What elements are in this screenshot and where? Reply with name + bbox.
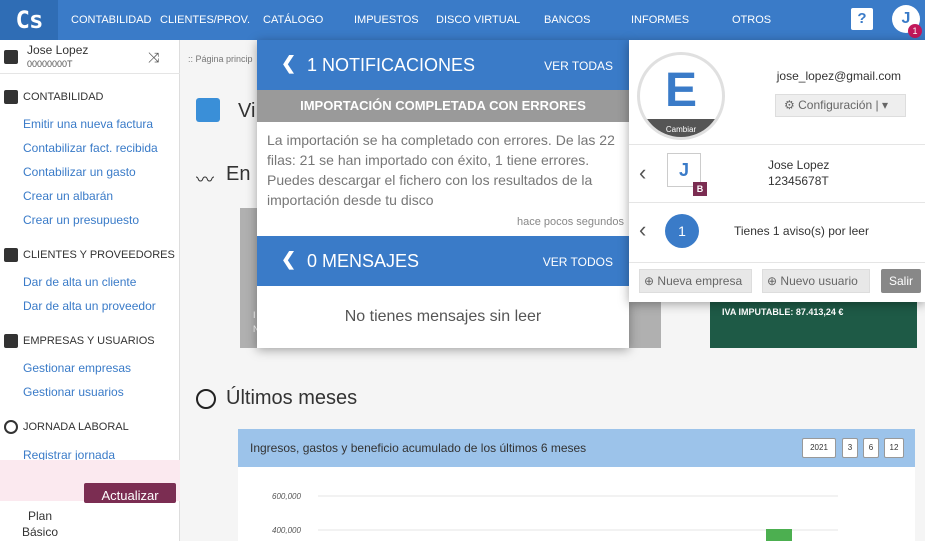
link-alta-proveedor[interactable]: Dar de alta un proveedor — [23, 299, 156, 313]
nav-bancos[interactable]: BANCOS — [544, 0, 590, 40]
contacts-icon — [4, 248, 18, 262]
chart-panel: Ingresos, gastos y beneficio acumulado d… — [238, 429, 915, 541]
new-user-button[interactable]: ⊕ Nuevo usuario — [762, 269, 870, 293]
y-tick-400000: 400,000 — [272, 526, 301, 535]
caret-down-icon: | ▾ — [875, 98, 888, 112]
plan-name: Básico — [21, 525, 59, 539]
nav-clientes-prov[interactable]: CLIENTES/PROV. — [160, 0, 250, 40]
section-clientes: CLIENTES Y PROVEEDORES — [23, 249, 175, 261]
see-all-messages[interactable]: VER TODOS — [543, 255, 613, 269]
gear-icon: ⚙ — [784, 98, 795, 112]
section-title-ultimos: Últimos meses — [226, 387, 358, 409]
messages-header: ❮ 0 MENSAJES VER TODOS — [257, 236, 629, 286]
link-gestionar-empresas[interactable]: Gestionar empresas — [23, 361, 131, 375]
company-avatar[interactable]: E Cambiar — [637, 52, 725, 140]
company-avatar-letter: E — [664, 64, 697, 117]
profile-nif: 12345678T — [768, 174, 829, 188]
link-crear-albaran[interactable]: Crear un albarán — [23, 189, 113, 203]
profile-name: Jose Lopez — [768, 158, 830, 172]
link-contabilizar-gasto[interactable]: Contabilizar un gasto — [23, 165, 136, 179]
profile-dropdown: E Cambiar jose_lopez@gmail.com ⚙ Configu… — [629, 40, 925, 302]
section-title-en: En — [226, 163, 251, 185]
chart-title: Ingresos, gastos y beneficio acumulado d… — [250, 441, 587, 455]
upgrade-button[interactable]: Actualizar — [84, 483, 176, 503]
nav-otros[interactable]: OTROS — [732, 0, 771, 40]
notification-time: hace pocos segundos — [516, 216, 624, 228]
notice-count: 1 — [665, 214, 699, 248]
section-jornada: JORNADA LABORAL — [23, 421, 129, 433]
chart-plot: 600,000 400,000 — [272, 492, 838, 541]
trend-icon: 〰 — [196, 170, 214, 190]
notifications-header: ❮ 1 NOTIFICACIONES VER TODAS — [257, 40, 629, 90]
link-contabilizar-fact[interactable]: Contabilizar fact. recibida — [23, 141, 158, 155]
chevron-left-icon[interactable]: ❮ — [281, 249, 296, 270]
app-logo[interactable]: Cs — [0, 0, 58, 40]
notice-text[interactable]: Tienes 1 aviso(s) por leer — [734, 224, 869, 238]
range-6-button[interactable]: 6 — [863, 438, 879, 458]
link-alta-cliente[interactable]: Dar de alta un cliente — [23, 275, 136, 289]
new-company-label: Nueva empresa — [657, 274, 743, 288]
section-contabilidad: CONTABILIDAD — [23, 91, 104, 103]
link-gestionar-usuarios[interactable]: Gestionar usuarios — [23, 385, 124, 399]
notifications-dropdown: ❮ 1 NOTIFICACIONES VER TODAS IMPORTACIÓN… — [257, 40, 629, 348]
messages-empty: No tienes mensajes sin leer — [344, 308, 542, 325]
chevron-left-icon[interactable]: ‹ — [639, 217, 646, 243]
top-navbar: Cs CONTABILIDAD CLIENTES/PROV. CATÁLOGO … — [0, 0, 925, 40]
new-company-button[interactable]: ⊕ Nueva empresa — [639, 269, 752, 293]
notification-subject[interactable]: IMPORTACIÓN COMPLETADA CON ERRORES — [257, 90, 629, 122]
change-avatar-button[interactable]: Cambiar — [640, 119, 722, 137]
sidebar-user-id: 00000000T — [27, 59, 73, 69]
nav-impuestos[interactable]: IMPUESTOS — [354, 0, 419, 40]
clock-history-icon — [4, 420, 18, 434]
see-all-notifications[interactable]: VER TODAS — [544, 59, 613, 73]
breadcrumb[interactable]: :: Página princip — [188, 54, 253, 64]
user-card-icon — [4, 50, 18, 64]
notification-message[interactable]: La importación se ha completado con erro… — [267, 130, 622, 210]
messages-title: 0 MENSAJES — [307, 251, 420, 271]
nav-disco-virtual[interactable]: DISCO VIRTUAL — [436, 0, 520, 40]
nav-catalogo[interactable]: CATÁLOGO — [263, 0, 323, 40]
company-badge: B — [693, 182, 707, 196]
new-user-label: Nuevo usuario — [780, 274, 858, 288]
range-2021-button[interactable]: 2021 — [802, 438, 836, 458]
divider — [629, 262, 925, 263]
shuffle-icon[interactable]: ⤨ — [148, 49, 159, 66]
profile-email: jose_lopez@gmail.com — [776, 69, 901, 83]
help-icon[interactable]: ? — [851, 8, 873, 30]
chart-bar — [766, 529, 792, 541]
range-3-button[interactable]: 3 — [842, 438, 858, 458]
plus-circle-icon: ⊕ — [767, 274, 778, 288]
y-tick-600000: 600,000 — [272, 492, 301, 501]
notifications-title: 1 NOTIFICACIONES — [307, 55, 476, 75]
section-empresas: EMPRESAS Y USUARIOS — [23, 335, 155, 347]
iva-value: IVA IMPUTABLE: 87.413,24 € — [722, 307, 844, 317]
chart-cycle-icon — [196, 389, 216, 409]
nav-contabilidad[interactable]: CONTABILIDAD — [71, 0, 151, 40]
briefcase-icon — [4, 334, 18, 348]
plus-circle-icon: ⊕ — [644, 274, 655, 288]
settings-label: Configuración — [798, 98, 873, 112]
card-label-1: I — [253, 310, 256, 320]
nav-informes[interactable]: INFORMES — [631, 0, 689, 40]
plan-label: Plan — [27, 509, 53, 523]
chart-header: Ingresos, gastos y beneficio acumulado d… — [238, 429, 915, 467]
sidebar-user: Jose Lopez 00000000T ⤨ — [0, 40, 180, 74]
bar-chart-icon — [196, 98, 220, 122]
sidebar-user-name: Jose Lopez — [27, 43, 89, 57]
chevron-left-icon[interactable]: ❮ — [281, 53, 296, 74]
settings-button[interactable]: ⚙ Configuración | ▾ — [775, 94, 906, 117]
link-emitir-factura[interactable]: Emitir una nueva factura — [23, 117, 153, 131]
chevron-left-icon[interactable]: ‹ — [639, 160, 646, 186]
document-icon — [4, 90, 18, 104]
logout-button[interactable]: Salir — [881, 269, 921, 293]
notification-badge: 1 — [908, 24, 922, 38]
section-title-vi: Vi — [238, 100, 256, 122]
link-crear-presupuesto[interactable]: Crear un presupuesto — [23, 213, 139, 227]
range-12-button[interactable]: 12 — [884, 438, 904, 458]
